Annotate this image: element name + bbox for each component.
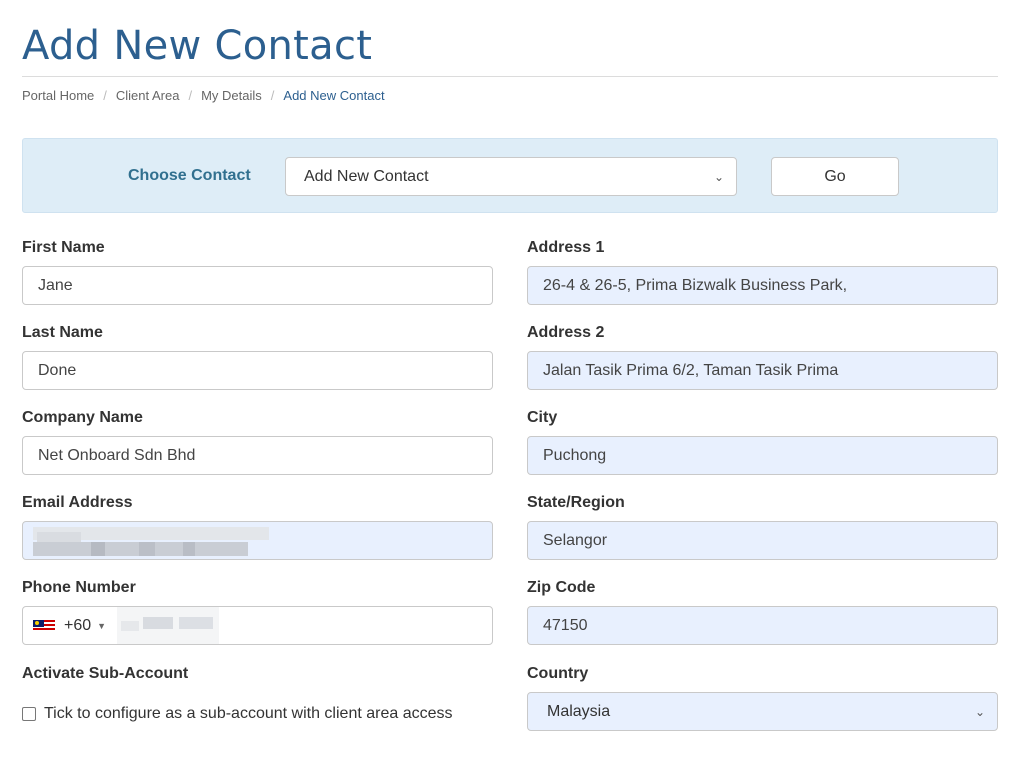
state-input[interactable]: Selangor: [527, 521, 998, 560]
choose-contact-value: Add New Contact: [304, 167, 429, 185]
company-name-value: Net Onboard Sdn Bhd: [38, 446, 196, 464]
email-label: Email Address: [22, 494, 133, 511]
caret-down-icon: ▼: [97, 620, 107, 631]
breadcrumb: Portal Home / Client Area / My Details /…: [22, 88, 385, 103]
sub-account-checkbox[interactable]: [22, 707, 36, 721]
state-label: State/Region: [527, 494, 625, 511]
page-title: Add New Contact: [22, 23, 373, 69]
address1-value: 26-4 & 26-5, Prima Bizwalk Business Park…: [543, 276, 848, 294]
zip-label: Zip Code: [527, 579, 596, 596]
choose-contact-panel: Choose Contact Add New Contact ⌄ Go: [22, 138, 998, 213]
zip-input[interactable]: 47150: [527, 606, 998, 645]
address1-label: Address 1: [527, 239, 605, 256]
country-select[interactable]: Malaysia ⌄: [527, 692, 998, 731]
chevron-down-icon: ⌄: [974, 704, 985, 719]
title-divider: [22, 76, 998, 77]
last-name-label: Last Name: [22, 324, 103, 341]
first-name-label: First Name: [22, 239, 105, 256]
choose-contact-label: Choose Contact: [128, 167, 251, 184]
breadcrumb-separator: /: [270, 88, 275, 103]
address1-input[interactable]: 26-4 & 26-5, Prima Bizwalk Business Park…: [527, 266, 998, 305]
city-label: City: [527, 409, 558, 426]
country-code-selector[interactable]: +60 ▼: [23, 607, 115, 644]
last-name-input[interactable]: Done: [22, 351, 493, 390]
sub-account-option[interactable]: Tick to configure as a sub-account with …: [22, 705, 453, 723]
city-value: Puchong: [543, 446, 607, 464]
sub-account-checkbox-text: Tick to configure as a sub-account with …: [44, 705, 453, 722]
dial-code: +60: [64, 616, 92, 634]
breadcrumb-separator: /: [188, 88, 193, 103]
sub-account-label: Activate Sub-Account: [22, 665, 189, 682]
city-input[interactable]: Puchong: [527, 436, 998, 475]
address2-input[interactable]: Jalan Tasik Prima 6/2, Taman Tasik Prima: [527, 351, 998, 390]
breadcrumb-portal-home[interactable]: Portal Home: [22, 88, 94, 103]
breadcrumb-current: Add New Contact: [283, 88, 385, 103]
phone-input[interactable]: +60 ▼: [22, 606, 493, 645]
company-name-input[interactable]: Net Onboard Sdn Bhd: [22, 436, 493, 475]
chevron-down-icon: ⌄: [713, 169, 724, 184]
country-label: Country: [527, 665, 589, 682]
first-name-value: Jane: [38, 276, 73, 294]
malaysia-flag-icon: [33, 619, 55, 632]
breadcrumb-client-area[interactable]: Client Area: [116, 88, 180, 103]
email-input[interactable]: [22, 521, 493, 560]
go-button[interactable]: Go: [771, 157, 899, 196]
redacted-phone: [117, 607, 219, 644]
address2-label: Address 2: [527, 324, 605, 341]
breadcrumb-my-details[interactable]: My Details: [201, 88, 262, 103]
choose-contact-select[interactable]: Add New Contact ⌄: [285, 157, 737, 196]
state-value: Selangor: [543, 531, 608, 549]
country-value: Malaysia: [547, 702, 611, 720]
address2-value: Jalan Tasik Prima 6/2, Taman Tasik Prima: [543, 361, 839, 379]
company-name-label: Company Name: [22, 409, 143, 426]
breadcrumb-separator: /: [103, 88, 107, 103]
phone-label: Phone Number: [22, 579, 136, 596]
redacted-email: [33, 525, 269, 557]
zip-value: 47150: [543, 616, 588, 634]
first-name-input[interactable]: Jane: [22, 266, 493, 305]
last-name-value: Done: [38, 361, 77, 379]
